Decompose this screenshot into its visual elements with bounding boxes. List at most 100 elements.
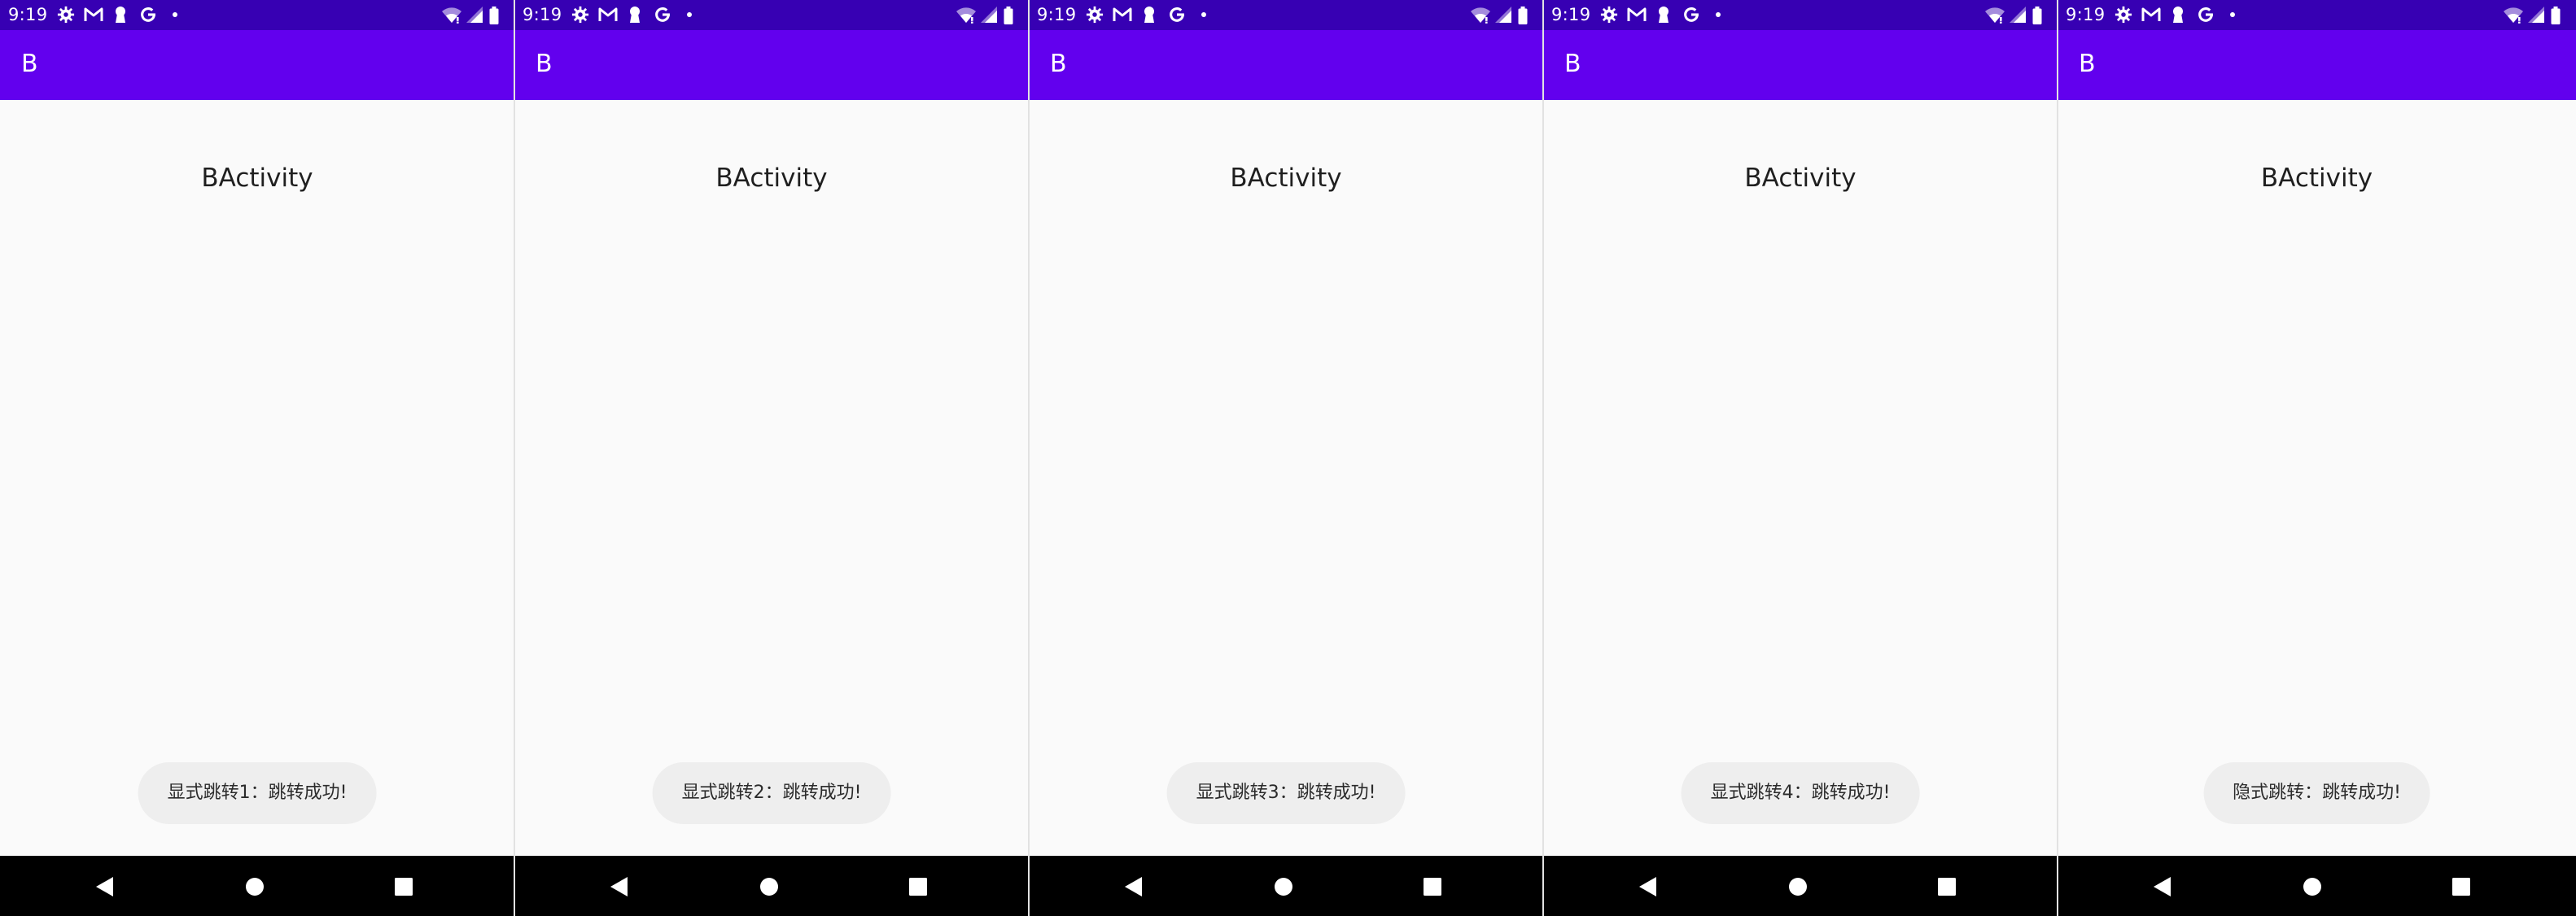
keyhole-icon [1659,7,1668,23]
toast-message: 隐式跳转：跳转成功! [2203,762,2430,824]
toast-message: 显式跳转1：跳转成功! [138,762,377,824]
app-title: B [536,50,553,78]
app-title: B [2079,50,2096,78]
app-bar: B [514,30,1029,100]
back-icon[interactable] [1638,876,1658,897]
recents-icon[interactable] [1938,878,1956,896]
recents-icon[interactable] [395,878,413,896]
keyhole-icon [1144,7,1154,23]
system-status-icons [2503,6,2571,25]
gmail-icon [1627,7,1647,21]
recents-icon[interactable] [2452,878,2470,896]
wifi-icon [956,7,976,24]
gmail-icon [598,7,618,21]
app-bar: B [1029,30,1543,100]
wifi-icon [442,7,461,24]
status-time: 9:19 [1037,5,1077,24]
signal-icon [2528,7,2544,23]
wifi-icon [1471,7,1490,24]
signal-icon [2010,7,2026,23]
battery-icon [2032,7,2042,24]
gmail-icon [84,7,103,21]
phone-screen: 9:19 [1029,0,1543,916]
battery-icon [1004,7,1013,24]
navigation-bar [514,856,1029,916]
gmail-icon [2141,7,2161,21]
home-icon[interactable] [759,877,779,896]
app-title: B [1050,50,1067,78]
settings-icon [571,6,589,24]
keyhole-icon [116,7,125,23]
google-icon [141,7,155,22]
status-bar: 9:19 [0,0,514,30]
toast-message: 显式跳转4：跳转成功! [1681,762,1920,824]
notification-dot-icon [2230,12,2235,17]
navigation-bar [0,856,514,916]
status-time: 9:19 [1551,5,1591,24]
google-icon [2198,7,2213,22]
activity-label: BActivity [201,164,313,193]
app-title: B [21,50,38,78]
screen-divider [1028,0,1030,916]
google-icon [655,7,670,22]
system-status-icons [1984,6,2053,25]
keyhole-icon [2173,7,2183,23]
wifi-icon [1985,7,2005,24]
keyhole-icon [630,7,640,23]
activity-label: BActivity [1230,164,1342,193]
activity-label: BActivity [1744,164,1857,193]
notification-dot-icon [687,12,692,17]
app-bar: B [1543,30,2058,100]
navigation-bar [1543,856,2058,916]
phone-screen: 9:19 [1543,0,2058,916]
back-icon[interactable] [610,876,629,897]
battery-icon [1518,7,1528,24]
back-icon[interactable] [1124,876,1144,897]
notification-dot-icon [1716,12,1721,17]
settings-icon [2115,6,2132,24]
app-title: B [1564,50,1581,78]
google-icon [1170,7,1184,22]
recents-icon[interactable] [1424,878,1441,896]
app-bar: B [0,30,514,100]
signal-icon [981,7,997,23]
notification-dot-icon [1201,12,1206,17]
navigation-bar [2058,856,2576,916]
wifi-icon [2504,7,2523,24]
status-time: 9:19 [523,5,562,24]
activity-label: BActivity [2260,164,2373,193]
phone-screen: 9:19 [2058,0,2576,916]
home-icon[interactable] [1274,877,1293,896]
screen-divider [2057,0,2058,916]
settings-icon [57,6,75,24]
status-time: 9:19 [8,5,48,24]
status-bar: 9:19 [1543,0,2058,30]
status-bar: 9:19 [1029,0,1543,30]
settings-icon [1086,6,1104,24]
home-icon[interactable] [2303,877,2322,896]
back-icon[interactable] [2153,876,2172,897]
navigation-bar [1029,856,1543,916]
toast-message: 显式跳转3：跳转成功! [1166,762,1406,824]
back-icon[interactable] [95,876,115,897]
system-status-icons [441,6,510,25]
signal-icon [1495,7,1511,23]
screenshot-strip: 9:19 B BActivity 显式跳转1：跳转成功! 9:19 B BAct… [0,0,2576,916]
phone-screen: 9:19 [514,0,1029,916]
screen-divider [1542,0,1544,916]
google-icon [1684,7,1699,22]
phone-screen: 9:19 [0,0,514,916]
system-status-icons [956,6,1024,25]
notification-dot-icon [173,12,177,17]
battery-icon [2551,7,2561,24]
status-bar: 9:19 [514,0,1029,30]
home-icon[interactable] [245,877,265,896]
toast-message: 显式跳转2：跳转成功! [652,762,891,824]
status-time: 9:19 [2066,5,2106,24]
recents-icon[interactable] [909,878,927,896]
screen-divider [514,0,515,916]
gmail-icon [1113,7,1132,21]
home-icon[interactable] [1788,877,1808,896]
system-status-icons [1470,6,1538,25]
activity-label: BActivity [715,164,828,193]
